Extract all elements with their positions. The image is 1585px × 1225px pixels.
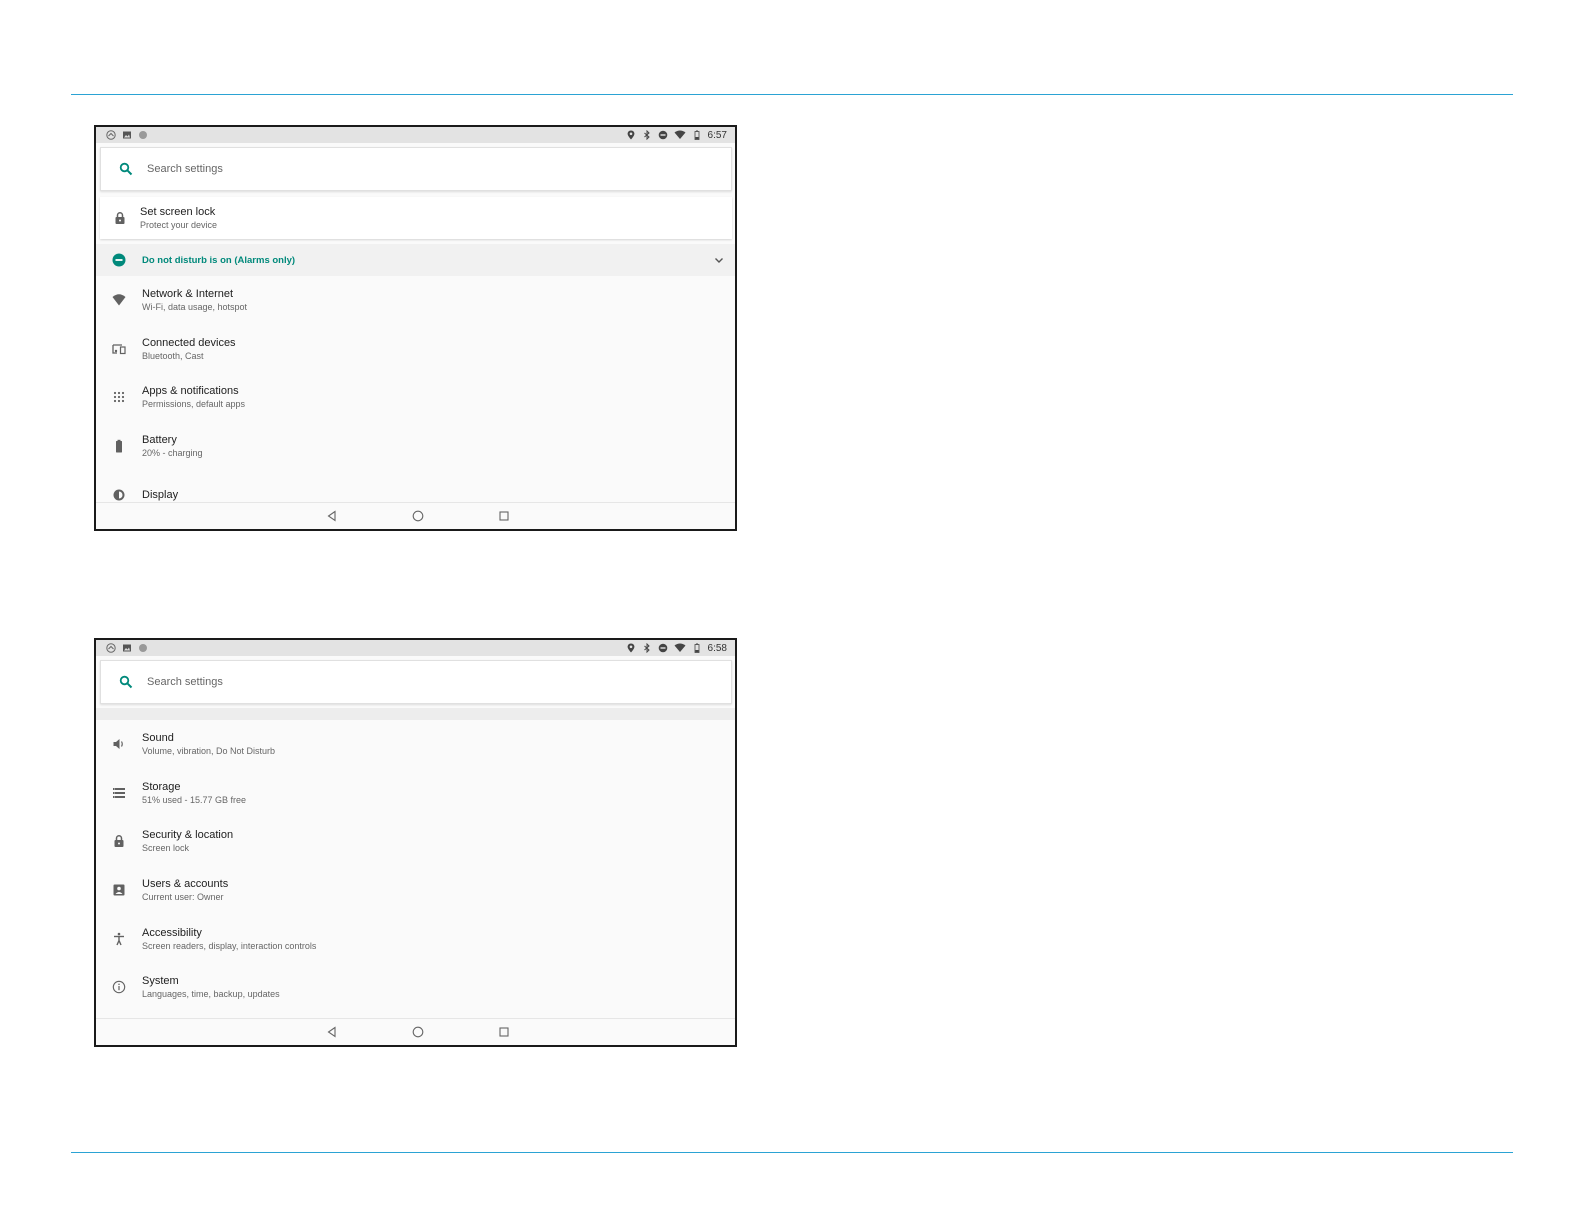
settings-item-sound[interactable]: Sound Volume, vibration, Do Not Disturb [96, 720, 735, 769]
settings-item-system[interactable]: System Languages, time, backup, updates [96, 963, 735, 1012]
search-icon [119, 675, 133, 689]
image-notification-icon [123, 644, 131, 652]
item-subtitle: 51% used - 15.77 GB free [142, 794, 247, 805]
settings-item-apps[interactable]: Apps & notifications Permissions, defaul… [96, 373, 735, 422]
image-notification-icon [123, 131, 131, 139]
item-subtitle: Current user: Owner [142, 892, 224, 903]
status-time: 6:57 [707, 129, 727, 141]
scroll-edge-shadow [96, 708, 735, 720]
suggestion-set-screen-lock[interactable]: Set screen lock Protect your device [100, 197, 732, 239]
search-bar[interactable]: Search settings [100, 147, 732, 191]
item-title: Storage [142, 780, 181, 793]
storage-icon [113, 787, 125, 798]
info-icon [112, 981, 126, 994]
wifi-icon [112, 294, 126, 306]
battery-icon [116, 439, 122, 453]
search-bar[interactable]: Search settings [100, 660, 732, 704]
status-time: 6:58 [707, 642, 727, 654]
wifi-status-icon [674, 130, 686, 139]
dnd-banner-text: Do not disturb is on (Alarms only) [142, 254, 296, 266]
settings-screenshot-2: 6:58 Search settings Sound Volume, vibra… [94, 638, 737, 1047]
item-subtitle: Screen lock [142, 843, 190, 854]
item-title: Display [142, 488, 179, 501]
search-icon [119, 162, 133, 176]
battery-status-icon [694, 130, 699, 140]
recents-icon[interactable] [497, 1025, 511, 1039]
circle-notification-icon [139, 644, 147, 652]
item-title: Accessibility [142, 926, 202, 939]
lock-icon [114, 835, 124, 848]
settings-item-storage[interactable]: Storage 51% used - 15.77 GB free [96, 769, 735, 818]
circle-notification-icon [139, 131, 147, 139]
item-title: Network & Internet [142, 288, 234, 301]
notification-app-icon [106, 643, 116, 653]
settings-item-connected-devices[interactable]: Connected devices Bluetooth, Cast [96, 325, 735, 374]
settings-item-users[interactable]: Users & accounts Current user: Owner [96, 866, 735, 915]
item-title: Sound [142, 732, 174, 745]
search-placeholder: Search settings [147, 163, 223, 175]
item-subtitle: Wi-Fi, data usage, hotspot [142, 302, 248, 313]
location-icon [627, 643, 634, 653]
battery-status-icon [694, 643, 699, 653]
item-title: Connected devices [142, 336, 236, 349]
item-subtitle: Screen readers, display, interaction con… [142, 940, 317, 951]
chevron-down-icon[interactable] [713, 254, 725, 266]
suggestion-subtitle: Protect your device [140, 220, 218, 230]
item-title: Apps & notifications [142, 385, 239, 398]
brightness-icon [113, 489, 125, 501]
settings-list: Network & Internet Wi-Fi, data usage, ho… [96, 276, 735, 519]
accessibility-icon [114, 932, 124, 945]
item-subtitle: Permissions, default apps [142, 399, 246, 410]
status-bar: 6:58 [96, 640, 735, 656]
settings-item-accessibility[interactable]: Accessibility Screen readers, display, i… [96, 914, 735, 963]
item-subtitle: 20% - charging [142, 448, 203, 459]
devices-icon [112, 344, 126, 354]
do-not-disturb-icon [112, 253, 126, 267]
bluetooth-icon [643, 643, 650, 653]
dnd-status-icon [658, 643, 667, 653]
item-title: Users & accounts [142, 878, 229, 891]
volume-icon [113, 739, 123, 750]
item-title: System [142, 975, 179, 988]
footer-rule [71, 1152, 1513, 1153]
home-icon[interactable] [411, 509, 425, 523]
header-rule [71, 94, 1513, 95]
settings-item-battery[interactable]: Battery 20% - charging [96, 422, 735, 471]
home-icon[interactable] [411, 1025, 425, 1039]
lock-icon [115, 212, 125, 224]
item-subtitle: Bluetooth, Cast [142, 350, 204, 361]
navigation-bar [96, 502, 735, 529]
notification-app-icon [106, 130, 116, 140]
settings-item-network[interactable]: Network & Internet Wi-Fi, data usage, ho… [96, 276, 735, 325]
location-icon [627, 130, 634, 140]
back-icon[interactable] [325, 1025, 339, 1039]
item-title: Battery [142, 434, 177, 447]
apps-grid-icon [113, 392, 125, 403]
item-title: Security & location [142, 829, 234, 842]
search-placeholder: Search settings [147, 676, 223, 688]
dnd-status-icon [658, 130, 667, 140]
item-subtitle: Volume, vibration, Do Not Disturb [142, 746, 276, 757]
bluetooth-icon [643, 130, 650, 140]
settings-item-security[interactable]: Security & location Screen lock [96, 817, 735, 866]
navigation-bar [96, 1018, 735, 1045]
dnd-condition-banner[interactable]: Do not disturb is on (Alarms only) [96, 244, 735, 276]
settings-screenshot-1: 6:57 Search settings Set screen lock Pro… [94, 125, 737, 531]
item-subtitle: Languages, time, backup, updates [142, 989, 280, 1000]
status-bar: 6:57 [96, 127, 735, 143]
account-box-icon [113, 884, 125, 896]
settings-list: Sound Volume, vibration, Do Not Disturb … [96, 720, 735, 1012]
wifi-status-icon [674, 643, 686, 652]
suggestion-title: Set screen lock [140, 206, 216, 218]
back-icon[interactable] [325, 509, 339, 523]
recents-icon[interactable] [497, 509, 511, 523]
